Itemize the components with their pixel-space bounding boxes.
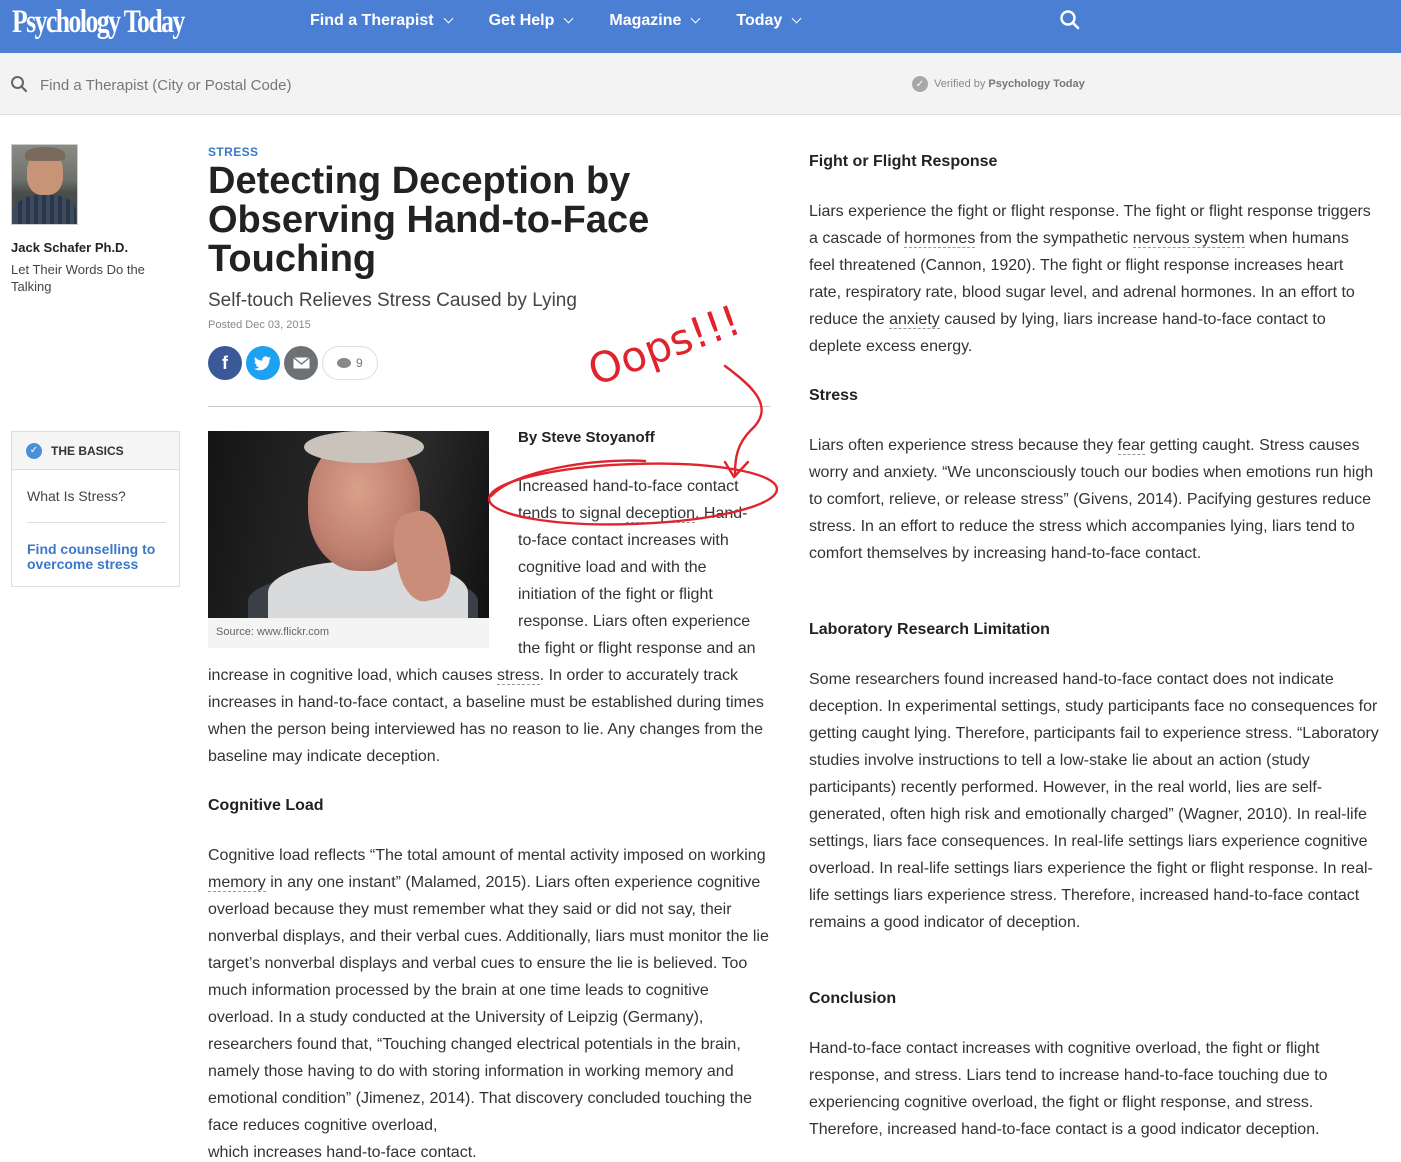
nav-label: Get Help	[488, 12, 555, 29]
the-basics-box: ✓ THE BASICS What Is Stress? Find counse…	[11, 431, 180, 587]
main-nav: Find a Therapist Get Help Magazine Today	[310, 0, 837, 42]
site-logo[interactable]: Psychology Today	[12, 2, 185, 42]
article-title: Detecting Deception by Observing Hand-to…	[208, 160, 650, 280]
heading-lab-limitation: Laboratory Research Limitation	[809, 621, 1050, 638]
verified-brand: Psychology Today	[988, 78, 1085, 90]
therapist-search-bar: ✓ Verified by Psychology Today	[0, 53, 1401, 115]
chevron-down-icon	[563, 13, 574, 24]
link-anxiety[interactable]: anxiety	[889, 311, 940, 329]
post-date: Posted Dec 03, 2015	[208, 319, 311, 331]
text-line: response. Liars often experience	[518, 613, 751, 630]
nav-magazine[interactable]: Magazine	[609, 12, 701, 30]
top-nav-bar: Psychology Today Find a Therapist Get He…	[0, 0, 1401, 53]
article-byline: By Steve Stoyanoff	[518, 429, 655, 446]
nav-today[interactable]: Today	[736, 12, 802, 30]
heading-cognitive-load: Cognitive Load	[208, 797, 324, 814]
fight-or-flight-paragraph: Liars experience the fight or flight res…	[809, 203, 1371, 355]
link-hormones[interactable]: hormones	[904, 230, 976, 248]
comments-button[interactable]: 9	[322, 346, 378, 380]
email-share-button[interactable]	[284, 346, 318, 380]
check-icon: ✓	[912, 76, 928, 92]
search-icon[interactable]	[1059, 9, 1081, 31]
article-category[interactable]: STRESS	[208, 145, 258, 159]
text-line: initiation of the fight or flight	[518, 586, 713, 603]
text-line: tends to signal deception. Hand-	[518, 505, 748, 523]
nav-get-help[interactable]: Get Help	[488, 12, 574, 30]
link-fear[interactable]: fear	[1117, 437, 1146, 455]
stress-paragraph: Liars often experience stress because th…	[809, 437, 1374, 562]
heading-fight-or-flight: Fight or Flight Response	[809, 153, 998, 170]
link-memory[interactable]: memory	[208, 874, 266, 892]
search-icon	[11, 76, 28, 93]
chevron-down-icon	[791, 13, 802, 24]
text-line: cognitive load and with the	[518, 559, 707, 576]
nav-label: Magazine	[609, 12, 682, 29]
text-line: the fight or flight response and an	[518, 640, 756, 657]
verified-badge: ✓ Verified by Psychology Today	[912, 76, 1085, 92]
author-avatar[interactable]	[11, 144, 78, 225]
check-icon: ✓	[26, 442, 42, 459]
divider	[27, 522, 166, 523]
basics-link-what-is-stress[interactable]: What Is Stress?	[27, 488, 126, 504]
heading-stress: Stress	[809, 387, 858, 404]
author-blog-name[interactable]: Let Their Words Do the Talking	[11, 261, 171, 295]
link-stress[interactable]: stress	[497, 667, 540, 685]
conclusion-paragraph: Hand-to-face contact increases with cogn…	[809, 1040, 1328, 1138]
intro-paragraph: Increased hand-to-face contact tends to …	[518, 473, 778, 662]
therapist-location-input[interactable]	[40, 73, 640, 97]
verified-label: Verified by	[934, 78, 986, 90]
link-nervous-system[interactable]: nervous system	[1132, 230, 1245, 248]
facebook-icon: f	[222, 352, 228, 373]
email-icon	[292, 357, 310, 369]
basics-heading-label: THE BASICS	[51, 443, 124, 458]
cognitive-load-paragraph: Cognitive load reflects “The total amoun…	[208, 847, 769, 1161]
twitter-icon	[254, 355, 271, 370]
comment-icon	[337, 358, 351, 368]
basics-link-find-counselling[interactable]: Find counselling to overcome stress	[27, 542, 177, 572]
article-subtitle: Self-touch Relieves Stress Caused by Lyi…	[208, 290, 577, 311]
image-caption: Source: www.flickr.com	[208, 618, 489, 648]
text-line: to-face contact increases with	[518, 532, 729, 549]
link-deception[interactable]: deception	[625, 505, 696, 523]
nav-find-therapist[interactable]: Find a Therapist	[310, 12, 454, 30]
facebook-share-button[interactable]: f	[208, 346, 242, 380]
twitter-share-button[interactable]	[246, 346, 280, 380]
nav-label: Find a Therapist	[310, 12, 434, 29]
intro-continued: increase in cognitive load, which causes…	[208, 667, 764, 765]
chevron-down-icon	[443, 13, 454, 24]
text-line: Increased hand-to-face contact	[518, 478, 739, 495]
comment-count: 9	[356, 356, 363, 370]
annotation-text: Oops!!!	[582, 295, 747, 395]
chevron-down-icon	[690, 13, 701, 24]
divider	[208, 406, 770, 407]
lab-limitation-paragraph: Some researchers found increased hand-to…	[809, 671, 1379, 931]
share-buttons: f 9	[208, 346, 378, 380]
author-name[interactable]: Jack Schafer Ph.D.	[11, 240, 128, 255]
heading-conclusion: Conclusion	[809, 990, 897, 1007]
nav-label: Today	[736, 12, 783, 29]
basics-heading: ✓ THE BASICS	[12, 432, 179, 470]
article-image	[208, 431, 489, 618]
